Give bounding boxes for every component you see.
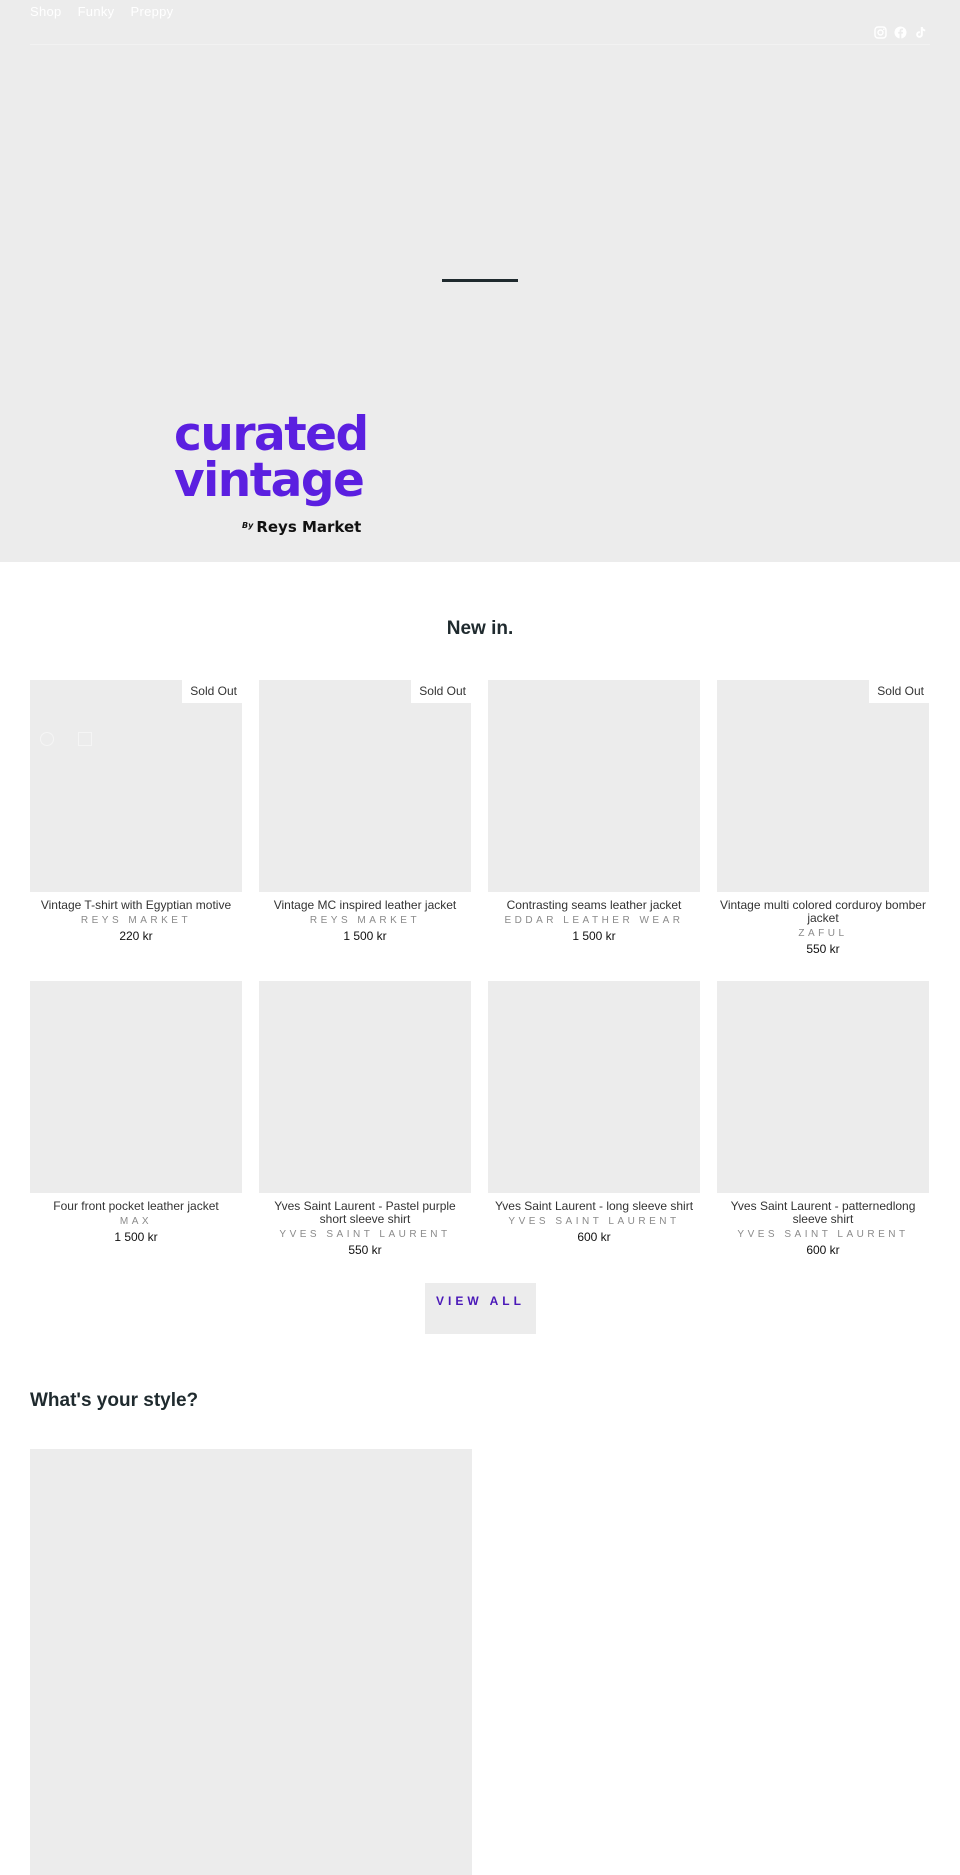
product-card[interactable]: Yves Saint Laurent - patternedlong sleev… [717, 981, 929, 1257]
product-image[interactable] [717, 981, 929, 1193]
hero-logo: curated vintage By Reys Market [174, 407, 369, 536]
product-vendor: Reys Market [309, 915, 421, 926]
product-title[interactable]: Vintage MC inspired leather jacket [259, 899, 471, 912]
product-card[interactable]: Sold Out Vintage MC inspired leather jac… [259, 680, 471, 943]
product-card[interactable]: Sold Out Vintage multi colored corduroy … [717, 680, 929, 956]
product-title[interactable]: Yves Saint Laurent - patternedlong sleev… [717, 1200, 929, 1226]
product-image[interactable] [30, 981, 242, 1193]
nav-divider [30, 44, 930, 45]
tiktok-icon[interactable] [914, 26, 927, 39]
product-title[interactable]: Vintage multi colored corduroy bomber ja… [717, 899, 929, 925]
nav-item-preppy[interactable]: Preppy [130, 4, 173, 19]
add-to-bag-icon[interactable] [78, 732, 92, 746]
product-vendor: Reys Market [80, 915, 192, 926]
product-vendor: Zaful [798, 928, 848, 939]
product-image[interactable]: Sold Out [717, 680, 929, 892]
style-section-title: What's your style? [30, 1390, 199, 1411]
view-all-button[interactable]: VIEW ALL [425, 1283, 536, 1334]
instagram-icon[interactable] [874, 26, 887, 39]
product-vendor: Yves Saint Laurent [737, 1229, 909, 1240]
hero-banner: Shop Funky Preppy curated vintage By Reys… [0, 0, 960, 562]
product-price: 1 500 kr [343, 929, 387, 943]
main-nav: Shop Funky Preppy [30, 4, 173, 19]
quick-view-icon[interactable] [40, 732, 54, 746]
product-title[interactable]: Four front pocket leather jacket [30, 1200, 242, 1213]
product-vendor: Max [119, 1216, 153, 1227]
product-image[interactable] [259, 981, 471, 1193]
logo-line-1: curated [174, 407, 369, 462]
new-in-title: New in. [446, 618, 514, 639]
product-card[interactable]: Yves Saint Laurent - long sleeve shirt Y… [488, 981, 700, 1244]
style-collection-card[interactable] [30, 1449, 472, 1875]
facebook-icon[interactable] [894, 26, 907, 39]
product-title[interactable]: Yves Saint Laurent - long sleeve shirt [488, 1200, 700, 1213]
product-card[interactable]: Yves Saint Laurent - Pastel purple short… [259, 981, 471, 1257]
product-card[interactable]: Four front pocket leather jacket Max 1 5… [30, 981, 242, 1244]
product-price: 600 kr [806, 1243, 840, 1257]
product-title[interactable]: Contrasting seams leather jacket [488, 899, 700, 912]
product-price: 220 kr [119, 929, 153, 943]
sold-out-badge: Sold Out [869, 680, 929, 703]
product-title[interactable]: Vintage T-shirt with Egyptian motive [30, 899, 242, 912]
product-price: 550 kr [806, 942, 840, 956]
product-card[interactable]: Contrasting seams leather jacket Eddar L… [488, 680, 700, 943]
nav-item-funky[interactable]: Funky [78, 4, 115, 19]
product-vendor: Yves Saint Laurent [508, 1216, 680, 1227]
slideshow-progress-bar [442, 279, 518, 282]
logo-by: By [242, 521, 254, 530]
product-title[interactable]: Yves Saint Laurent - Pastel purple short… [259, 1200, 471, 1226]
product-price: 1 500 kr [572, 929, 616, 943]
logo-line-2: vintage [174, 453, 365, 508]
nav-item-shop[interactable]: Shop [30, 4, 62, 19]
product-price: 600 kr [577, 1230, 611, 1244]
quick-actions [40, 732, 92, 746]
product-price: 550 kr [348, 1243, 382, 1257]
product-image[interactable]: Sold Out [259, 680, 471, 892]
product-card[interactable]: Sold Out Vintage T-shirt with Egyptian m… [30, 680, 242, 943]
product-vendor: Eddar Leather Wear [504, 915, 684, 926]
logo-brand: Reys Market [256, 518, 362, 536]
product-price: 1 500 kr [114, 1230, 158, 1244]
sold-out-badge: Sold Out [411, 680, 471, 703]
sold-out-badge: Sold Out [182, 680, 242, 703]
product-image[interactable]: Sold Out [30, 680, 242, 892]
product-image[interactable] [488, 680, 700, 892]
product-vendor: Yves Saint Laurent [279, 1229, 451, 1240]
social-links [874, 26, 927, 39]
product-image[interactable] [488, 981, 700, 1193]
logo-byline: By Reys Market [242, 518, 361, 536]
